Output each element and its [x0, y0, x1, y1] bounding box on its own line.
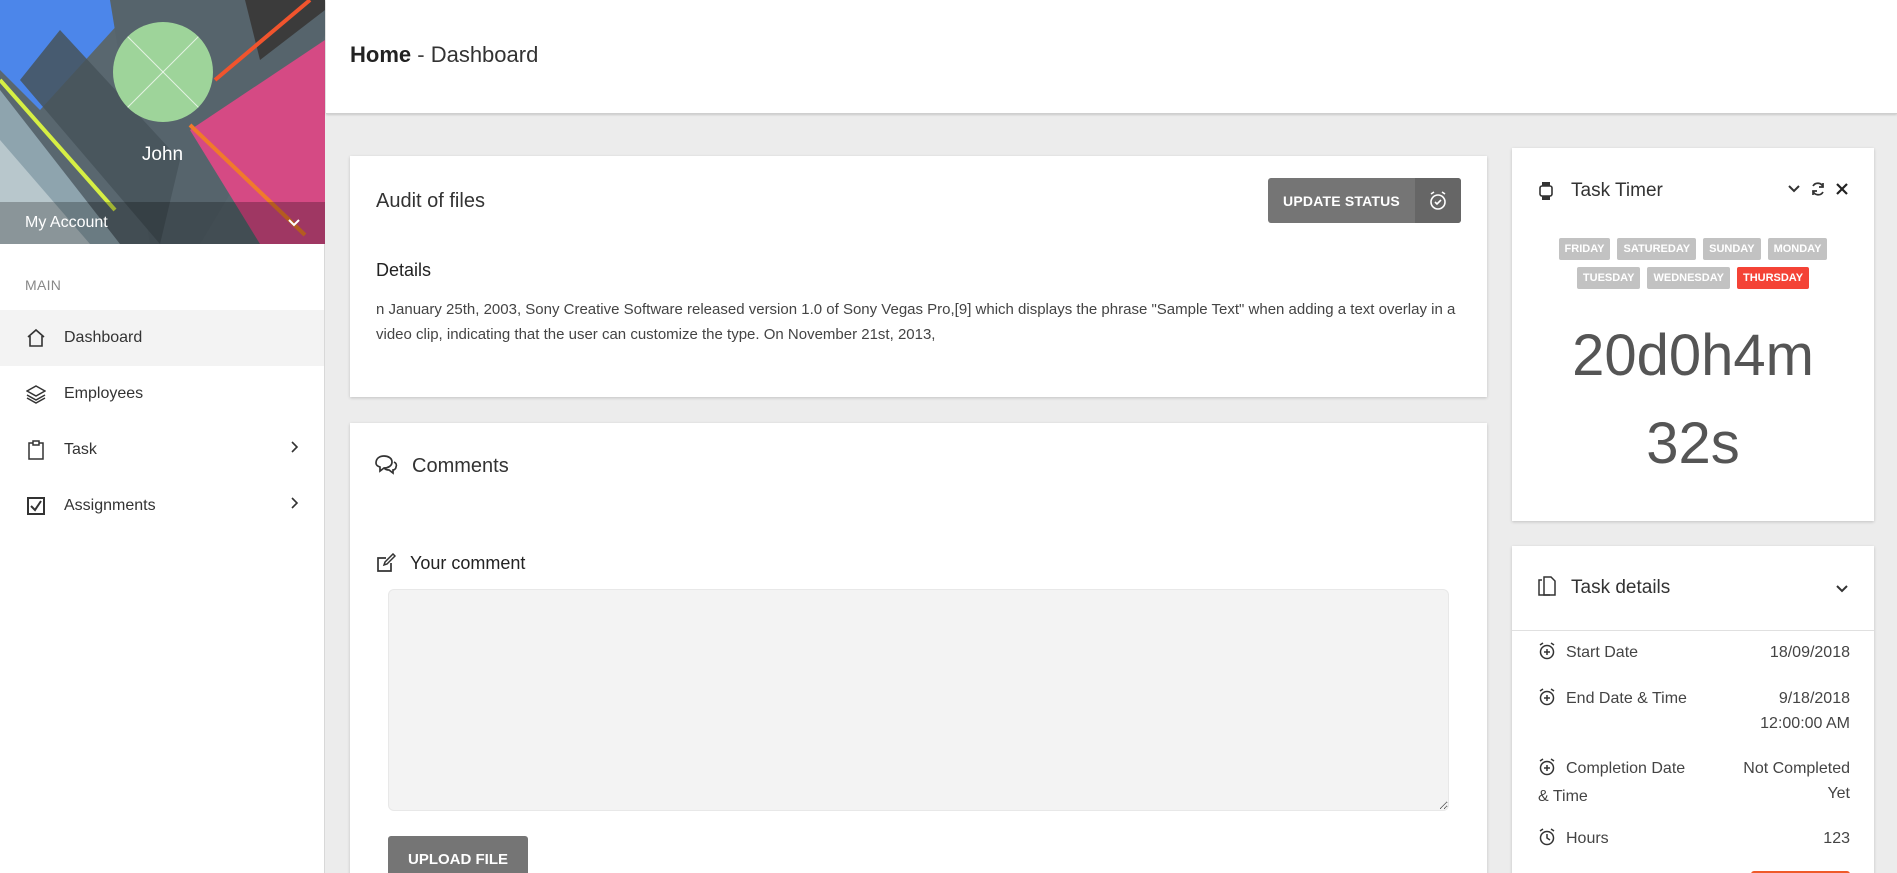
sidebar-item-label: Employees: [64, 385, 144, 402]
sidebar-item-dashboard[interactable]: Dashboard: [0, 310, 324, 366]
chevron-right-icon: [291, 440, 299, 458]
day-badge: MONDAY: [1767, 238, 1828, 260]
upload-file-button[interactable]: UPLOAD FILE: [388, 836, 528, 873]
refresh-icon[interactable]: [1810, 181, 1826, 197]
collapse-chevron-icon[interactable]: [1836, 580, 1848, 598]
user-name: John: [141, 144, 184, 165]
task-timer-title: Task Timer: [1571, 180, 1663, 201]
edit-icon: [376, 552, 397, 578]
detail-label: Hours: [1538, 826, 1688, 854]
timer-clock: 20d0h4m 32s: [1512, 312, 1874, 488]
breadcrumb-current: Dashboard: [430, 42, 539, 67]
task-timer-card: Task Timer FRIDAY SATUREDAY SUNDAY MONDA…: [1512, 148, 1874, 521]
details-heading: Details: [376, 260, 432, 280]
day-badge: WEDNESDAY: [1647, 267, 1730, 289]
avatar-placeholder-icon: [113, 22, 213, 122]
update-status-button[interactable]: UPDATE STATUS: [1268, 178, 1461, 223]
audit-title: Audit of files: [376, 190, 485, 212]
day-badge: FRIDAY: [1558, 238, 1611, 260]
alarm-clock-icon: [1415, 178, 1461, 223]
smartwatch-icon: [1538, 181, 1554, 206]
sidebar-item-label: Task: [64, 441, 97, 458]
your-comment-label: Your comment: [410, 553, 526, 573]
comments-icon: [374, 454, 398, 481]
weekday-badges: FRIDAY SATUREDAY SUNDAY MONDAY TUESDAY W…: [1532, 238, 1854, 289]
collapse-chevron-icon[interactable]: [1788, 185, 1800, 193]
comment-textarea[interactable]: [388, 589, 1449, 811]
timer-clock-line1: 20d0h4m: [1572, 323, 1814, 388]
timer-clock-line2: 32s: [1646, 411, 1740, 476]
detail-value: 123: [1823, 830, 1850, 847]
task-details-card: Task details Start Date 18/09/2018 End D…: [1512, 546, 1874, 873]
clipboard-icon: [25, 439, 47, 461]
alarm-clock-icon: [1538, 828, 1556, 854]
timer-controls: [1788, 181, 1848, 197]
day-badge: SATUREDAY: [1617, 238, 1697, 260]
details-text: n January 25th, 2003, Sony Creative Soft…: [376, 301, 1456, 343]
page-header: Home - Dashboard: [326, 0, 1897, 114]
page-title: Home - Dashboard: [350, 42, 538, 68]
chevron-down-icon: [288, 216, 300, 230]
my-account-dropdown[interactable]: My Account: [0, 202, 325, 244]
detail-value: 18/09/2018: [1769, 644, 1850, 661]
my-account-label: My Account: [25, 214, 108, 231]
sidebar-item-employees[interactable]: Employees: [0, 366, 324, 422]
alarm-add-icon: [1538, 642, 1556, 668]
audit-card: Audit of files UPDATE STATUS Details n J…: [350, 156, 1487, 397]
comments-title: Comments: [412, 455, 509, 477]
sidebar-item-task[interactable]: Task: [0, 422, 324, 478]
detail-value: Not Completed Yet: [1743, 760, 1850, 802]
home-icon: [25, 327, 47, 349]
day-badge: TUESDAY: [1576, 267, 1641, 289]
alarm-add-icon: [1538, 688, 1556, 714]
close-icon[interactable]: [1836, 183, 1848, 195]
detail-value: 9/18/2018 12:00:00 AM: [1760, 690, 1850, 732]
task-details-title: Task details: [1571, 577, 1671, 598]
breadcrumb-separator: -: [417, 42, 425, 67]
document-icon: [1538, 576, 1556, 601]
sidebar-item-label: Assignments: [64, 497, 156, 514]
avatar[interactable]: [113, 22, 213, 122]
detail-label: Start Date: [1538, 640, 1688, 668]
nav-section-label: MAIN: [25, 277, 62, 293]
sidebar-item-label: Dashboard: [64, 329, 143, 346]
breadcrumb-home[interactable]: Home: [350, 42, 411, 67]
alarm-add-icon: [1538, 758, 1556, 784]
detail-label: Completion Date & Time: [1538, 758, 1686, 805]
sidebar: John My Account MAIN Dashboard Employees…: [0, 0, 325, 873]
checkbox-icon: [25, 495, 47, 517]
sidebar-item-assignments[interactable]: Assignments: [0, 478, 324, 534]
chevron-right-icon: [291, 496, 299, 514]
day-badge-active: THURSDAY: [1736, 267, 1810, 289]
divider: [1512, 630, 1874, 631]
profile-header: John My Account: [0, 0, 325, 244]
layers-icon: [25, 383, 47, 405]
detail-label: End Date & Time: [1538, 686, 1688, 714]
update-status-label: UPDATE STATUS: [1283, 192, 1400, 209]
comments-card: Comments Your comment UPLOAD FILE: [350, 423, 1487, 873]
day-badge: SUNDAY: [1703, 238, 1761, 260]
